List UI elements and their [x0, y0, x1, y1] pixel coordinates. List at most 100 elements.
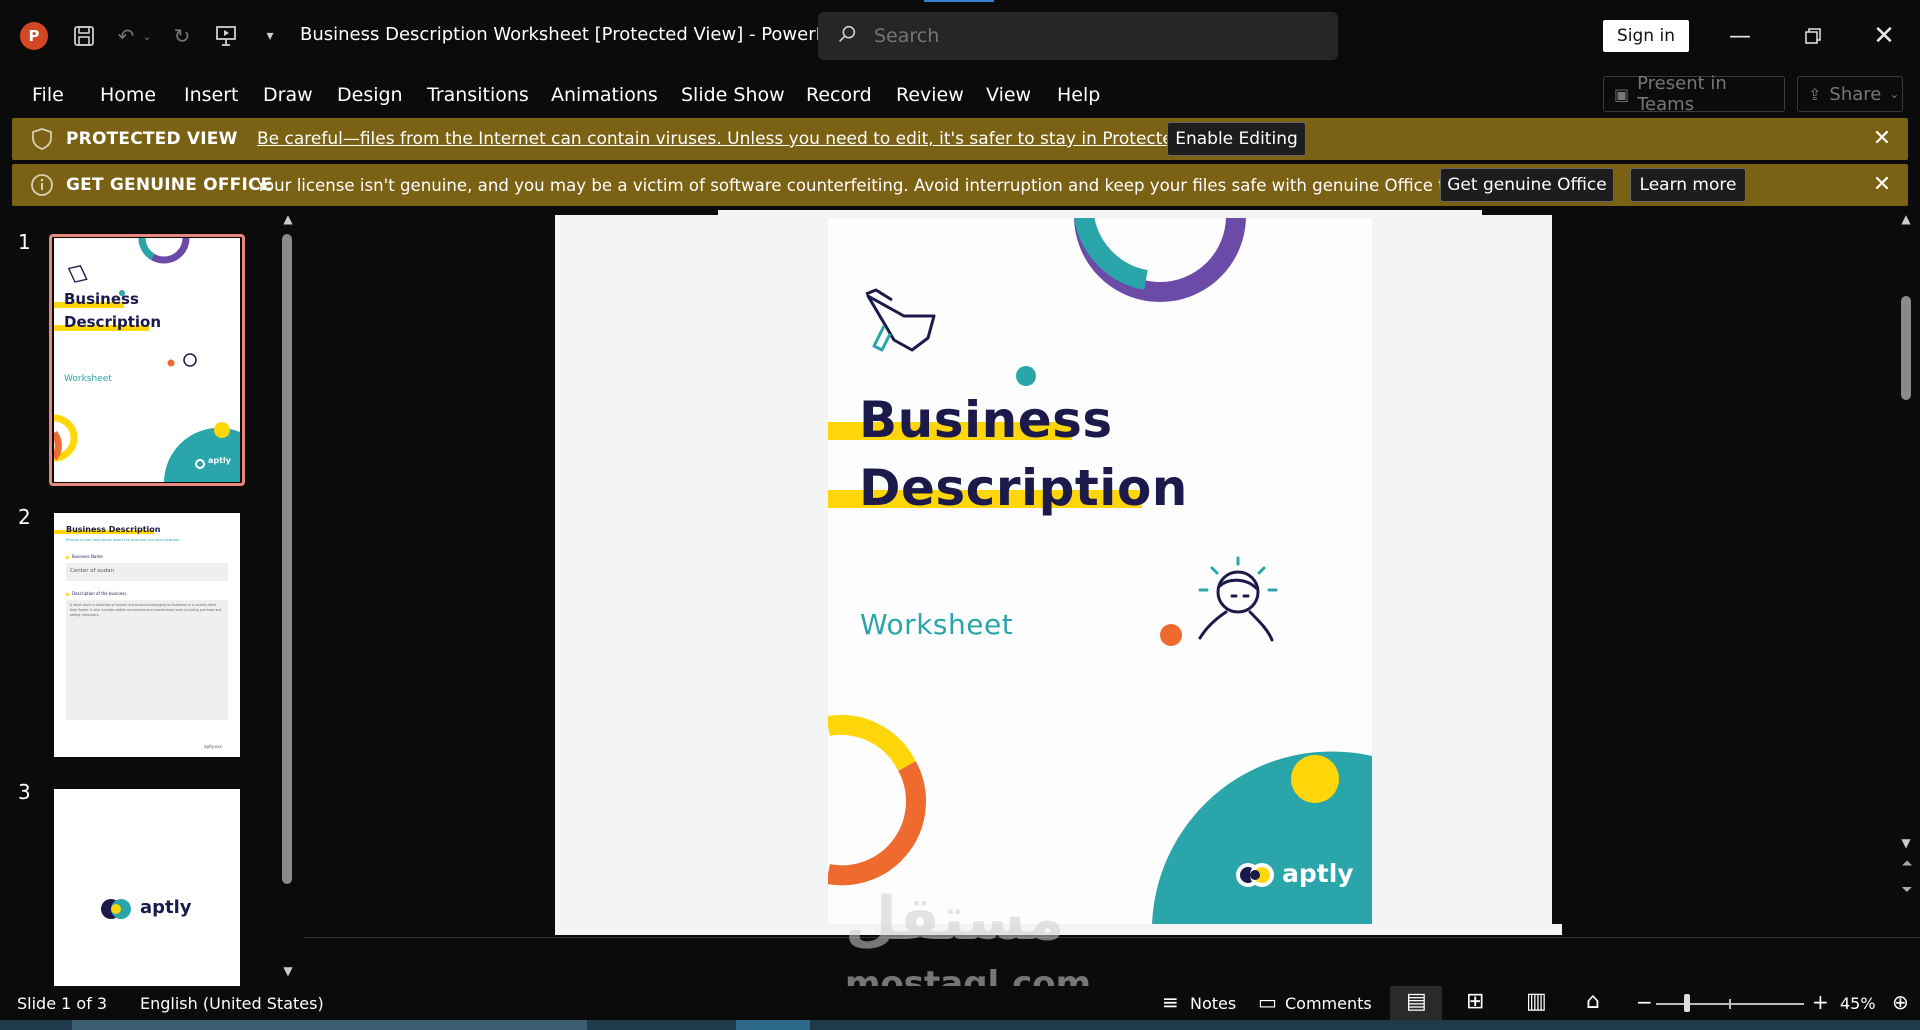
tab-home[interactable]: Home: [100, 84, 156, 106]
genuine-office-bar: GET GENUINE OFFICE Your license isn't ge…: [12, 164, 1908, 206]
language-indicator[interactable]: English (United States): [140, 994, 324, 1013]
present-in-teams-button[interactable]: ▣ Present in Teams: [1603, 73, 1785, 115]
customize-toolbar-icon[interactable]: ▾: [256, 22, 284, 50]
slide-number-1: 1: [18, 230, 31, 254]
slide-title-line-2: Description: [859, 459, 1188, 517]
thumb2-field1-label: Business Name: [72, 554, 103, 559]
tab-record[interactable]: Record: [806, 84, 872, 106]
close-window-icon[interactable]: ✕: [1864, 20, 1904, 52]
thumb2-field2-bullet: [66, 593, 69, 596]
thumb2-field1-bullet: [66, 556, 69, 559]
thumb2-subtitle: Provide a brief description about the bu…: [66, 538, 180, 542]
close-protected-bar-icon[interactable]: ✕: [1868, 124, 1896, 152]
tab-file[interactable]: File: [32, 84, 64, 106]
teams-icon: ▣: [1614, 84, 1630, 104]
genuine-office-message: Your license isn't genuine, and you may …: [256, 175, 1489, 195]
thumb2-field2-value: A retail store: a collection of system a…: [70, 603, 222, 617]
slide-graphics: [828, 218, 1372, 924]
thumb1-brand: aptly: [208, 456, 231, 465]
taskbar-highlight-2: [736, 1020, 810, 1030]
comments-button[interactable]: Comments: [1285, 994, 1372, 1013]
comments-icon[interactable]: ▭: [1258, 990, 1277, 1014]
notes-button[interactable]: Notes: [1190, 994, 1236, 1013]
search-icon: [836, 23, 862, 50]
share-button[interactable]: ⇪ Share ⌄: [1797, 76, 1903, 112]
slide-canvas-bottom-edge: [1552, 924, 1562, 935]
thumb2-field2-label: Description of the business: [72, 591, 127, 596]
thumb2-footer: aptly.xxx: [204, 744, 222, 749]
protected-view-bar: PROTECTED VIEW Be careful—files from the…: [12, 118, 1908, 160]
restore-icon[interactable]: [1793, 20, 1833, 52]
editor-scrollbar[interactable]: ▲ ▼: [1896, 212, 1916, 902]
notes-icon[interactable]: ≡: [1162, 990, 1179, 1014]
share-icon: ⇪: [1808, 84, 1822, 104]
chevron-down-icon: ⌄: [1889, 87, 1900, 101]
slide-thumbnail-3[interactable]: aptly: [54, 789, 240, 987]
tab-design[interactable]: Design: [337, 84, 403, 106]
undo-icon[interactable]: ↶: [112, 22, 140, 50]
tab-help[interactable]: Help: [1057, 84, 1100, 106]
thumbnails-scroll-thumb[interactable]: [282, 234, 292, 884]
zoom-level[interactable]: 45%: [1840, 994, 1876, 1013]
scroll-up-arrow-icon[interactable]: ▲: [280, 212, 296, 228]
previous-slide-icon[interactable]: ⏶: [1898, 856, 1916, 878]
slide-subtitle: Worksheet: [860, 608, 1014, 641]
thumbnails-scrollbar[interactable]: ▲ ▼: [278, 212, 298, 988]
present-from-beginning-icon[interactable]: [212, 22, 240, 50]
slide-thumbnail-1[interactable]: Business Description Worksheet aptly: [54, 238, 240, 482]
tab-review[interactable]: Review: [896, 84, 964, 106]
zoom-slider-thumb[interactable]: [1684, 994, 1690, 1012]
slide-indicator[interactable]: Slide 1 of 3: [17, 994, 107, 1013]
slide-number-2: 2: [18, 505, 31, 529]
title-bar: P ↶ ⌄ ↻ ▾ Business Description Worksheet…: [0, 0, 1920, 72]
aptly-logo-icon: [1236, 863, 1274, 887]
enable-editing-button[interactable]: Enable Editing: [1167, 122, 1306, 156]
protected-view-title: PROTECTED VIEW: [66, 129, 238, 149]
normal-view-icon: ▤: [1406, 989, 1427, 1014]
zoom-in-icon[interactable]: +: [1812, 990, 1829, 1014]
sign-in-button[interactable]: Sign in: [1603, 20, 1689, 52]
slide-show-view-icon[interactable]: ⌂: [1586, 989, 1600, 1014]
status-bar: Slide 1 of 3 English (United States) ≡ N…: [0, 986, 1920, 1020]
thumb1-subtitle: Worksheet: [64, 374, 112, 384]
slide-title: Business Description: [859, 386, 1188, 522]
learn-more-button[interactable]: Learn more: [1630, 168, 1746, 202]
slide-title-line-1: Business: [859, 391, 1113, 449]
powerpoint-logo-icon: P: [20, 22, 48, 50]
tab-view[interactable]: View: [986, 84, 1031, 106]
scroll-down-arrow-icon[interactable]: ▼: [280, 964, 296, 980]
current-slide[interactable]: Business Description Worksheet aptly: [828, 218, 1372, 924]
thumb2-field2-box: [66, 600, 228, 720]
tab-insert[interactable]: Insert: [184, 84, 239, 106]
tab-draw[interactable]: Draw: [263, 84, 313, 106]
search-box[interactable]: [818, 12, 1338, 60]
get-genuine-office-button[interactable]: Get genuine Office: [1440, 168, 1614, 202]
protected-view-message-link[interactable]: Be careful—files from the Internet can c…: [257, 129, 1233, 149]
thumb1-title: Business Description: [64, 290, 162, 331]
fit-to-window-icon[interactable]: ⊕: [1892, 990, 1909, 1014]
close-genuine-bar-icon[interactable]: ✕: [1868, 170, 1896, 198]
taskbar-highlight: [72, 1020, 587, 1030]
tab-animations[interactable]: Animations: [551, 84, 658, 106]
search-input[interactable]: [874, 25, 1294, 47]
editor-scroll-thumb[interactable]: [1901, 296, 1911, 400]
editor-scroll-up-icon[interactable]: ▲: [1898, 212, 1914, 228]
taskbar-strip: [0, 1020, 1920, 1030]
slide-thumbnail-2[interactable]: Business Description Provide a brief des…: [54, 513, 240, 757]
watermark-arabic: مستقل: [845, 884, 1065, 954]
editor-scroll-down-icon[interactable]: ▼: [1898, 836, 1914, 852]
slide-sorter-icon[interactable]: ⊞: [1466, 989, 1484, 1014]
reading-view-icon[interactable]: ▥: [1526, 989, 1547, 1014]
next-slide-icon[interactable]: ⏷: [1898, 882, 1916, 904]
save-icon[interactable]: [70, 22, 98, 50]
genuine-office-title: GET GENUINE OFFICE: [66, 175, 273, 195]
zoom-out-icon[interactable]: −: [1636, 990, 1653, 1014]
tab-slide-show[interactable]: Slide Show: [681, 84, 785, 106]
undo-dropdown-icon[interactable]: ⌄: [140, 22, 154, 50]
tab-transitions[interactable]: Transitions: [427, 84, 529, 106]
document-title: Business Description Worksheet [Protecte…: [300, 24, 841, 45]
aptly-logo-icon: [101, 899, 131, 919]
minimize-icon[interactable]: —: [1720, 20, 1760, 52]
redo-icon[interactable]: ↻: [168, 22, 196, 50]
slide-number-3: 3: [18, 780, 31, 804]
